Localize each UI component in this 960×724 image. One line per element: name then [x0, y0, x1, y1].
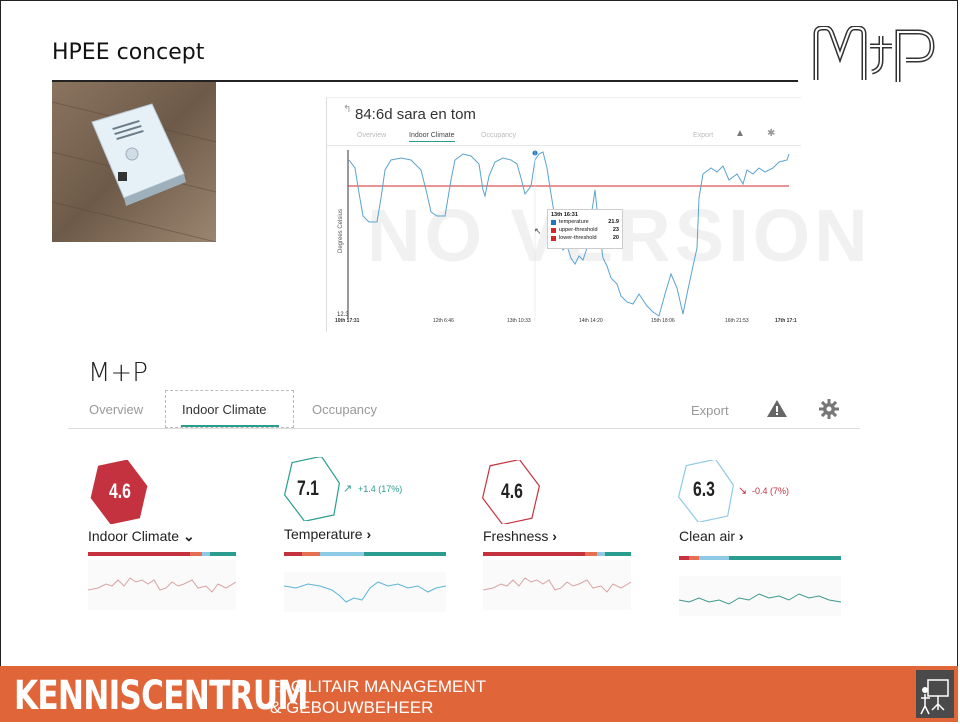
mp-logo	[813, 26, 935, 82]
score-bar	[483, 552, 631, 556]
dashboard-divider	[68, 428, 860, 429]
export-link[interactable]: Export	[691, 403, 729, 418]
delta-value: -0.4 (7%)	[752, 486, 790, 496]
tooltip-value: 20	[612, 235, 619, 241]
chevron-down-icon: ⌄	[182, 528, 195, 544]
x-tick: 14th 14:20	[579, 318, 603, 324]
delta-value: +1.4 (17%)	[358, 484, 403, 494]
sparkline	[679, 576, 841, 616]
tab-indoor-climate[interactable]: Indoor Climate	[182, 402, 267, 417]
score-bar	[284, 552, 446, 556]
tooltip-row: temperature 21.9	[551, 218, 619, 226]
tile-clean-air[interactable]: Clean air ›	[679, 528, 744, 544]
trend-down-icon: ↘	[738, 485, 748, 497]
brand-title: M+P	[88, 358, 148, 388]
tooltip-value: 23	[612, 227, 619, 233]
tile-freshness[interactable]: Freshness ›	[483, 528, 557, 544]
score-value: 4.6	[501, 480, 523, 503]
tab-occupancy[interactable]: Occupancy	[312, 402, 377, 417]
tooltip-name: lower-threshold	[559, 235, 597, 241]
tab-overview[interactable]: Overview	[89, 402, 143, 417]
chevron-right-icon: ›	[552, 528, 557, 544]
presenter-icon	[916, 670, 954, 718]
tooltip-name: temperature	[559, 219, 589, 225]
footer-line-2: & GEBOUWBEHEER	[270, 698, 434, 717]
active-tab-underline	[181, 425, 279, 427]
score-bar	[679, 556, 841, 560]
footer-line-1: FACILITAIR MANAGEMENT	[270, 677, 486, 696]
x-tick: 10th 17:31	[335, 318, 360, 324]
tooltip-row: lower-threshold 20	[551, 234, 619, 242]
chevron-right-icon: ›	[366, 526, 372, 542]
tooltip-name: upper-threshold	[559, 227, 598, 233]
tile-indoor-climate[interactable]: Indoor Climate ⌄	[88, 528, 195, 545]
chart-tooltip: 13th 16:31 temperature 21.9 upper-thresh…	[547, 209, 623, 249]
tile-label: Freshness	[483, 528, 549, 544]
tile-temperature[interactable]: Temperature ›	[284, 526, 371, 542]
x-tick: 15th 18:06	[651, 318, 675, 324]
sparkline	[284, 572, 446, 612]
tile-label: Indoor Climate	[88, 528, 180, 544]
slide-title: HPEE concept	[52, 40, 205, 65]
footer-brand: KENNISCENTRUM	[14, 673, 308, 719]
score-bar	[88, 552, 236, 556]
tooltip-value: 21.9	[608, 219, 619, 225]
warning-icon[interactable]	[766, 398, 788, 418]
trend-up-icon: ↗	[343, 483, 353, 495]
x-tick: 12th 6:46	[433, 318, 454, 324]
score-value: 4.6	[109, 480, 131, 503]
x-tick: 16th 21:53	[725, 318, 749, 324]
x-tick: 13th 10:33	[507, 318, 531, 324]
sensor-photo	[52, 82, 216, 242]
score-value: 7.1	[297, 477, 319, 500]
cursor-icon: ↖	[534, 226, 542, 236]
sparkline	[483, 560, 631, 610]
tooltip-row: upper-threshold 23	[551, 226, 619, 234]
score-value: 6.3	[693, 478, 715, 501]
tile-label: Clean air	[679, 528, 736, 544]
graph-screenshot: NO VERSION ↰ 84:6d sara en tom Overview …	[326, 97, 868, 332]
gear-icon[interactable]	[818, 398, 840, 420]
chevron-right-icon: ›	[738, 528, 744, 544]
x-tick: 17th 17:1	[775, 318, 797, 324]
tile-label: Temperature	[284, 526, 363, 542]
sparkline	[88, 560, 236, 610]
